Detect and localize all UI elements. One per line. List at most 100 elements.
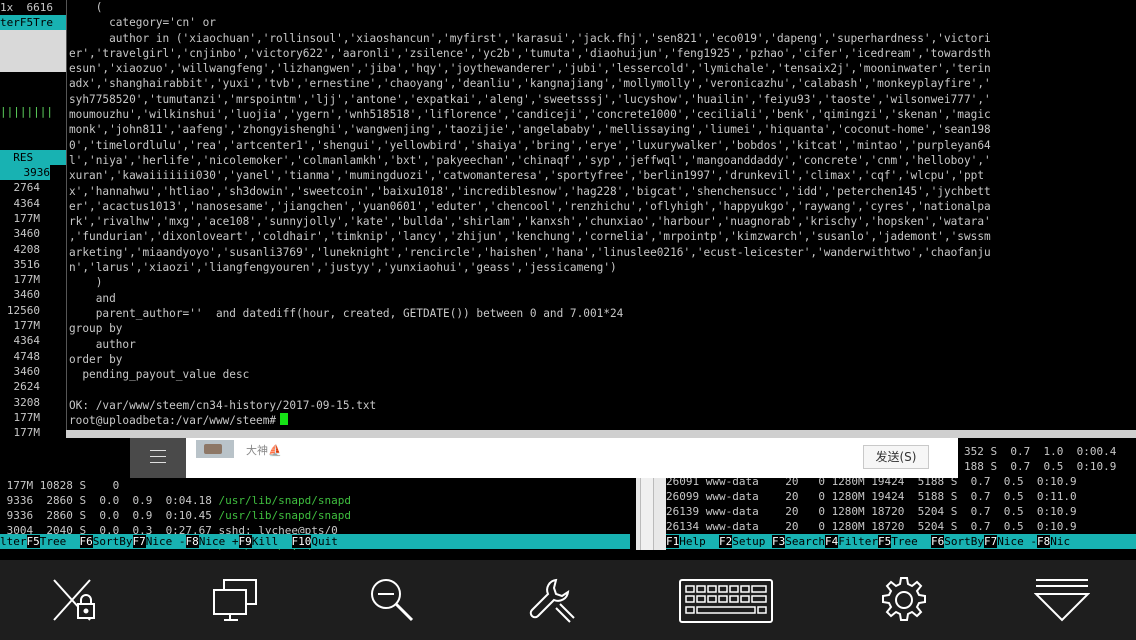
function-key[interactable]: F8: [185, 535, 199, 548]
terminal-line: rk','rivalhw','mxg','ace108','sunnyjolly…: [69, 215, 991, 229]
res-value: 177M: [13, 319, 41, 332]
function-key-label[interactable]: Nice +: [199, 535, 239, 548]
terminal-output: ( category='cn' or author in ('xiaochuan…: [67, 0, 1136, 428]
htop-key-bar[interactable]: terF5Tre: [0, 15, 66, 30]
function-key[interactable]: F10: [291, 535, 312, 548]
terminal-window[interactable]: ( category='cn' or author in ('xiaochuan…: [66, 0, 1136, 430]
function-key[interactable]: F8: [1037, 535, 1051, 548]
res-value: 3460: [13, 364, 41, 378]
htop-left-pane: 1x 6616 terF5Tre |||||||| RES 3936 2764 43…: [0, 0, 66, 560]
remote-toolbar: [0, 560, 1136, 640]
terminal-line: ): [69, 276, 103, 290]
function-key[interactable]: F3: [772, 535, 786, 548]
res-value: 2764: [13, 181, 41, 195]
settings-gear-icon[interactable]: [878, 574, 930, 626]
cpu-meter: ||||||||: [0, 105, 53, 118]
terminal-window-border: [66, 430, 1136, 438]
send-button[interactable]: 发送(S): [863, 445, 929, 469]
sticker-thumbnail[interactable]: [196, 440, 234, 458]
function-key-label[interactable]: Search: [785, 535, 825, 548]
terminal-line: and: [69, 291, 116, 305]
terminal-line: order by: [69, 352, 123, 366]
res-value: 3516: [13, 257, 41, 271]
function-key-label[interactable]: Setup: [732, 535, 772, 548]
function-key[interactable]: F1: [666, 535, 680, 548]
function-key[interactable]: F2: [719, 535, 733, 548]
function-key-label[interactable]: Kill: [252, 535, 292, 548]
hide-toolbar-icon[interactable]: [1034, 574, 1090, 626]
process-stats: 177M 10828 S 0: [0, 479, 219, 492]
res-value: 4208: [13, 242, 41, 256]
lock-screen-icon[interactable]: [48, 574, 100, 626]
htop-function-key-bar: lterF5Tree F6SortByF7Nice -F8Nice +F9Kil…: [0, 534, 630, 549]
terminal-line: l','niya','herlife','nicolemoker','colma…: [69, 153, 991, 167]
function-key-label[interactable]: Quit: [311, 535, 338, 548]
function-key[interactable]: F5: [878, 535, 892, 548]
terminal-line: OK: /var/www/steem/cn34-history/2017-09-…: [69, 398, 377, 412]
terminal-line: 0','timelordlulu','rea','artcenter1','sh…: [69, 138, 991, 152]
switch-monitor-icon[interactable]: [210, 574, 262, 626]
process-row[interactable]: 9336 2860 S 0.0 0.9 0:04.18 /usr/lib/sna…: [0, 493, 351, 508]
function-key-label[interactable]: Help: [679, 535, 719, 548]
function-key[interactable]: F6: [79, 535, 93, 548]
function-key-label[interactable]: SortBy: [93, 535, 133, 548]
terminal-line: er','acactus1013','nanosesame','jiangche…: [69, 199, 991, 213]
process-row[interactable]: 9336 2860 S 0.0 0.9 0:10.45 /usr/lib/sna…: [0, 508, 351, 523]
terminal-line: er','travelgirl','cnjinbo','victory622',…: [69, 46, 991, 60]
terminal-line: monk','john811','aafeng','zhongyishenghi…: [69, 123, 991, 137]
keyboard-icon[interactable]: [678, 574, 774, 626]
function-key-label[interactable]: SortBy: [944, 535, 984, 548]
res-value: 4748: [13, 349, 41, 363]
function-key-label[interactable]: lter: [0, 535, 27, 548]
function-key[interactable]: F4: [825, 535, 839, 548]
function-key[interactable]: F6: [931, 535, 945, 548]
terminal-line: author: [69, 337, 136, 351]
res-value: 4364: [13, 334, 41, 348]
process-command: /usr/lib/snapd/snapd: [218, 494, 351, 507]
process-command: /usr/lib/snapd/snapd: [218, 509, 351, 522]
shell-prompt: root@uploadbeta:/var/www/steem#: [69, 414, 277, 428]
terminal-line: xuran','kawaiiiiiii030','yanel','tianma'…: [69, 169, 985, 183]
htop-process-list-left: 177M 10828 S 0 9336 2860 S 0.0 0.9 0:04.…: [0, 478, 636, 550]
process-row[interactable]: 26139 www-data 20 0 1280M 18720 5204 S 0…: [666, 504, 1077, 519]
wrench-icon[interactable]: [526, 574, 578, 626]
res-value: 177M: [13, 211, 41, 225]
terminal-line: category='cn' or: [69, 16, 216, 30]
terminal-line: (: [69, 1, 103, 14]
res-column-header[interactable]: RES: [0, 150, 66, 165]
terminal-line: ,'fundurian','dixonloveart','coldhair','…: [69, 230, 991, 244]
res-value: 177M: [13, 426, 41, 440]
terminal-line: group by: [69, 322, 123, 336]
res-value: 12560: [6, 303, 40, 317]
terminal-line: moumouzhu','wilkinshui','luojia','ygern'…: [69, 108, 991, 122]
scrollbar[interactable]: [640, 478, 654, 550]
function-key[interactable]: F5: [26, 535, 40, 548]
function-key-label[interactable]: Nice -: [146, 535, 186, 548]
res-value: 177M: [13, 410, 41, 424]
function-key-label[interactable]: Filter: [838, 535, 878, 548]
hamburger-menu-icon: [150, 450, 166, 468]
function-key-label[interactable]: Tree: [891, 535, 931, 548]
function-key-label[interactable]: Tree: [40, 535, 80, 548]
zoom-out-icon[interactable]: [366, 574, 418, 626]
terminal-line: pending_payout_value desc: [69, 368, 250, 382]
terminal-line: adx','shanghairabbit','yuxi','tvb','erne…: [69, 77, 991, 91]
process-row[interactable]: 26134 www-data 20 0 1280M 18720 5204 S 0…: [666, 519, 1077, 534]
function-key[interactable]: F7: [132, 535, 146, 548]
process-row[interactable]: 177M 10828 S 0: [0, 478, 219, 493]
res-value: 3460: [13, 227, 41, 241]
chat-menu-button[interactable]: [130, 438, 186, 478]
emoji-icon: ⛵: [268, 444, 282, 457]
process-row[interactable]: 26099 www-data 20 0 1280M 19424 5188 S 0…: [666, 489, 1077, 504]
terminal-line: x','hannahwu','htliao','sh3dowin','sweet…: [69, 184, 991, 198]
function-key-label[interactable]: Nic: [1050, 535, 1070, 548]
res-value: 3936: [0, 165, 50, 180]
scrollbar-track[interactable]: [636, 478, 666, 550]
terminal-line: n','larus','xiaozi','liangfengyouren','j…: [69, 261, 617, 275]
res-value: 3208: [13, 395, 41, 409]
terminal-line: arketing','miaandyoyo','susanli3769','lu…: [69, 245, 991, 259]
function-key[interactable]: F9: [238, 535, 252, 548]
function-key[interactable]: F7: [984, 535, 998, 548]
terminal-line: parent_author='' and datediff(hour, crea…: [69, 306, 624, 320]
function-key-label[interactable]: Nice -: [997, 535, 1037, 548]
